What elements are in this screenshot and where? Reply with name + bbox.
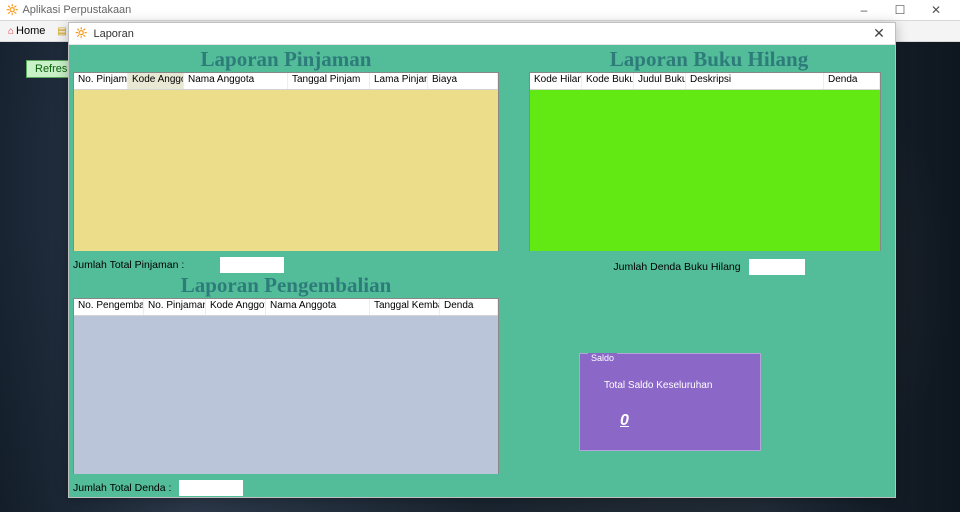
toolbar-home[interactable]: ⌂ Home [4, 25, 49, 37]
pengembalian-summary-value [179, 480, 243, 496]
maximize-button[interactable]: ☐ [882, 3, 918, 17]
hilang-title: Laporan Buku Hilang [529, 47, 889, 72]
app-icon: 🔆 [6, 5, 18, 16]
col-nama-anggota[interactable]: Nama Anggota [184, 73, 288, 89]
hilang-summary-value [749, 259, 805, 275]
col-no-pinjaman[interactable]: No. Pinjaman [74, 73, 128, 89]
report-window-icon: 🔆 [75, 28, 87, 39]
pinjaman-summary-label: Jumlah Total Pinjaman : [73, 259, 184, 271]
pengembalian-table-body [74, 316, 498, 474]
col-nama-anggota-2[interactable]: Nama Anggota [266, 299, 370, 315]
pinjaman-table[interactable]: No. Pinjaman Kode Anggota Nama Anggota T… [73, 72, 499, 251]
col-no-pengembalian[interactable]: No. Pengembalian [74, 299, 144, 315]
report-window-title: Laporan [93, 28, 133, 40]
hilang-table[interactable]: Kode Hilang Kode Buku Judul Buku Deskrip… [529, 72, 881, 251]
pinjaman-summary-value [220, 257, 284, 273]
pengembalian-table[interactable]: No. Pengembalian No. Pinjaman Kode Anggo… [73, 298, 499, 474]
home-icon: ⌂ [8, 26, 14, 37]
col-kode-hilang[interactable]: Kode Hilang [530, 73, 582, 89]
close-button[interactable]: ✕ [918, 3, 954, 17]
saldo-value: 0 [620, 412, 629, 430]
hilang-table-header: Kode Hilang Kode Buku Judul Buku Deskrip… [530, 73, 880, 90]
col-kode-anggota[interactable]: Kode Anggota [128, 73, 184, 89]
report-body: Laporan Pinjaman No. Pinjaman Kode Anggo… [69, 45, 895, 497]
col-no-pinjaman-2[interactable]: No. Pinjaman [144, 299, 206, 315]
list-icon: ▤ [57, 26, 66, 37]
report-window-titlebar: 🔆 Laporan ✕ [69, 23, 895, 45]
pinjaman-title: Laporan Pinjaman [73, 47, 499, 72]
col-denda[interactable]: Denda [440, 299, 498, 315]
pinjaman-table-header: No. Pinjaman Kode Anggota Nama Anggota T… [74, 73, 498, 90]
report-close-button[interactable]: ✕ [869, 25, 889, 42]
minimize-button[interactable]: – [846, 3, 882, 17]
pinjaman-summary: Jumlah Total Pinjaman : [73, 257, 499, 273]
col-denda-hilang[interactable]: Denda [824, 73, 880, 89]
toolbar-home-label: Home [16, 25, 45, 37]
col-tanggal-pinjam[interactable]: Tanggal Pinjam [288, 73, 370, 89]
pengembalian-table-header: No. Pengembalian No. Pinjaman Kode Anggo… [74, 299, 498, 316]
report-window: 🔆 Laporan ✕ Laporan Pinjaman No. Pinjama… [68, 22, 896, 498]
pengembalian-summary-label: Jumlah Total Denda : [73, 482, 171, 494]
saldo-legend: Saldo [588, 353, 617, 363]
hilang-table-body [530, 90, 880, 251]
pinjaman-table-body [74, 90, 498, 251]
app-title: Aplikasi Perpustakaan [22, 4, 131, 16]
pengembalian-summary: Jumlah Total Denda : [73, 480, 499, 496]
pengembalian-title: Laporan Pengembalian [73, 273, 499, 298]
outer-titlebar: 🔆 Aplikasi Perpustakaan – ☐ ✕ [0, 0, 960, 20]
col-kode-buku[interactable]: Kode Buku [582, 73, 634, 89]
col-deskripsi[interactable]: Deskripsi [686, 73, 824, 89]
col-kode-anggota-2[interactable]: Kode Anggota [206, 299, 266, 315]
saldo-panel: Saldo Total Saldo Keseluruhan 0 [579, 353, 761, 451]
col-lama-pinjam[interactable]: Lama Pinjam [370, 73, 428, 89]
saldo-label: Total Saldo Keseluruhan [604, 380, 712, 391]
col-tanggal-kembali[interactable]: Tanggal Kembali [370, 299, 440, 315]
col-judul-buku[interactable]: Judul Buku [634, 73, 686, 89]
hilang-summary-label: Jumlah Denda Buku Hilang [613, 261, 740, 273]
col-biaya[interactable]: Biaya [428, 73, 498, 89]
hilang-summary: Jumlah Denda Buku Hilang [529, 259, 889, 275]
